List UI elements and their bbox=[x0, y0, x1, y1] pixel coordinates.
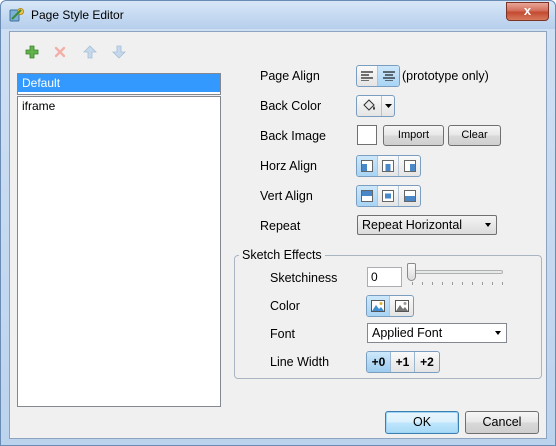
close-icon: x bbox=[523, 3, 532, 18]
dialog-client-area: Default iframe Page Align (prototype onl… bbox=[9, 31, 547, 439]
align-top-icon bbox=[361, 190, 373, 202]
add-icon[interactable] bbox=[24, 44, 40, 60]
horz-align-right-button[interactable] bbox=[399, 156, 420, 176]
styles-list-top: Default bbox=[17, 73, 221, 95]
app-icon bbox=[9, 8, 24, 22]
align-center-icon bbox=[382, 160, 394, 172]
back-color-label: Back Color bbox=[260, 99, 322, 113]
vert-align-top-button[interactable] bbox=[357, 186, 378, 206]
slider-tick bbox=[422, 282, 423, 285]
font-label: Font bbox=[270, 327, 296, 341]
title-bar[interactable]: Page Style Editor x bbox=[1, 1, 555, 29]
ok-button[interactable]: OK bbox=[385, 411, 459, 434]
horz-align-label: Horz Align bbox=[260, 159, 317, 173]
page-align-toggle[interactable] bbox=[356, 65, 400, 87]
move-up-icon[interactable] bbox=[82, 44, 98, 60]
repeat-select[interactable]: Repeat Horizontal bbox=[357, 215, 497, 235]
import-button[interactable]: Import bbox=[383, 125, 444, 146]
slider-tick bbox=[472, 282, 473, 285]
horz-align-toggle[interactable] bbox=[356, 155, 421, 177]
font-value: Applied Font bbox=[372, 326, 443, 340]
back-color-picker[interactable] bbox=[356, 95, 395, 117]
align-middle-icon bbox=[382, 190, 394, 202]
horz-align-left-button[interactable] bbox=[357, 156, 378, 176]
align-right-icon bbox=[403, 160, 416, 172]
sketch-effects-title: Sketch Effects bbox=[239, 248, 325, 262]
move-down-icon[interactable] bbox=[111, 44, 127, 60]
line-width-plus1-button[interactable]: +1 bbox=[391, 352, 415, 372]
slider-tick bbox=[432, 282, 433, 285]
vert-align-middle-button[interactable] bbox=[378, 186, 399, 206]
paint-bucket-icon bbox=[363, 99, 375, 111]
chevron-down-icon bbox=[495, 331, 501, 335]
styles-list[interactable]: iframe bbox=[17, 96, 221, 407]
line-width-plus2-button[interactable]: +2 bbox=[415, 352, 439, 372]
sketchiness-label: Sketchiness bbox=[270, 271, 338, 285]
sketchiness-input[interactable]: 0 bbox=[367, 267, 402, 287]
align-center-button[interactable] bbox=[378, 66, 399, 86]
align-center-icon bbox=[382, 71, 395, 81]
chevron-down-icon bbox=[485, 223, 491, 227]
slider-tick bbox=[462, 282, 463, 285]
horz-align-center-button[interactable] bbox=[378, 156, 399, 176]
sketchiness-slider-track[interactable] bbox=[407, 270, 503, 274]
slider-tick bbox=[502, 282, 503, 285]
window-title: Page Style Editor bbox=[31, 8, 124, 22]
vert-align-label: Vert Align bbox=[260, 189, 313, 203]
close-button[interactable]: x bbox=[506, 2, 549, 21]
remove-icon[interactable] bbox=[52, 44, 68, 60]
sketch-color-label: Color bbox=[270, 299, 300, 313]
vert-align-toggle[interactable] bbox=[356, 185, 421, 207]
dialog-window: Page Style Editor x Default iframe Page … bbox=[0, 0, 556, 446]
fill-bucket-button[interactable] bbox=[357, 96, 382, 116]
color-image-button[interactable] bbox=[367, 296, 390, 316]
vert-align-bottom-button[interactable] bbox=[399, 186, 420, 206]
color-dropdown-button[interactable] bbox=[382, 96, 394, 116]
chevron-down-icon bbox=[384, 104, 392, 108]
line-width-toggle[interactable]: +0 +1 +2 bbox=[366, 351, 440, 373]
align-bottom-icon bbox=[403, 190, 416, 202]
align-left-button[interactable] bbox=[357, 66, 378, 86]
font-select[interactable]: Applied Font bbox=[367, 323, 507, 343]
line-width-label: Line Width bbox=[270, 355, 330, 369]
slider-tick bbox=[452, 282, 453, 285]
slider-tick bbox=[412, 282, 413, 285]
back-image-preview bbox=[357, 125, 377, 145]
grayscale-image-icon bbox=[394, 300, 409, 312]
color-image-icon bbox=[371, 300, 385, 312]
page-align-note: (prototype only) bbox=[402, 69, 489, 83]
list-item[interactable]: iframe bbox=[18, 97, 220, 115]
slider-tick bbox=[492, 282, 493, 285]
grayscale-image-button[interactable] bbox=[390, 296, 413, 316]
line-width-plus0-button[interactable]: +0 bbox=[367, 352, 391, 372]
list-item[interactable]: Default bbox=[18, 74, 220, 92]
slider-tick bbox=[482, 282, 483, 285]
align-left-icon bbox=[361, 71, 373, 81]
page-align-label: Page Align bbox=[260, 69, 320, 83]
repeat-label: Repeat bbox=[260, 219, 301, 233]
clear-button[interactable]: Clear bbox=[448, 125, 501, 146]
back-image-label: Back Image bbox=[260, 129, 327, 143]
sketchiness-slider-thumb[interactable] bbox=[407, 263, 416, 281]
slider-tick bbox=[442, 282, 443, 285]
align-left-icon bbox=[361, 160, 373, 172]
repeat-value: Repeat Horizontal bbox=[362, 218, 463, 232]
cancel-button[interactable]: Cancel bbox=[465, 411, 539, 434]
sketch-color-toggle[interactable] bbox=[366, 295, 414, 317]
